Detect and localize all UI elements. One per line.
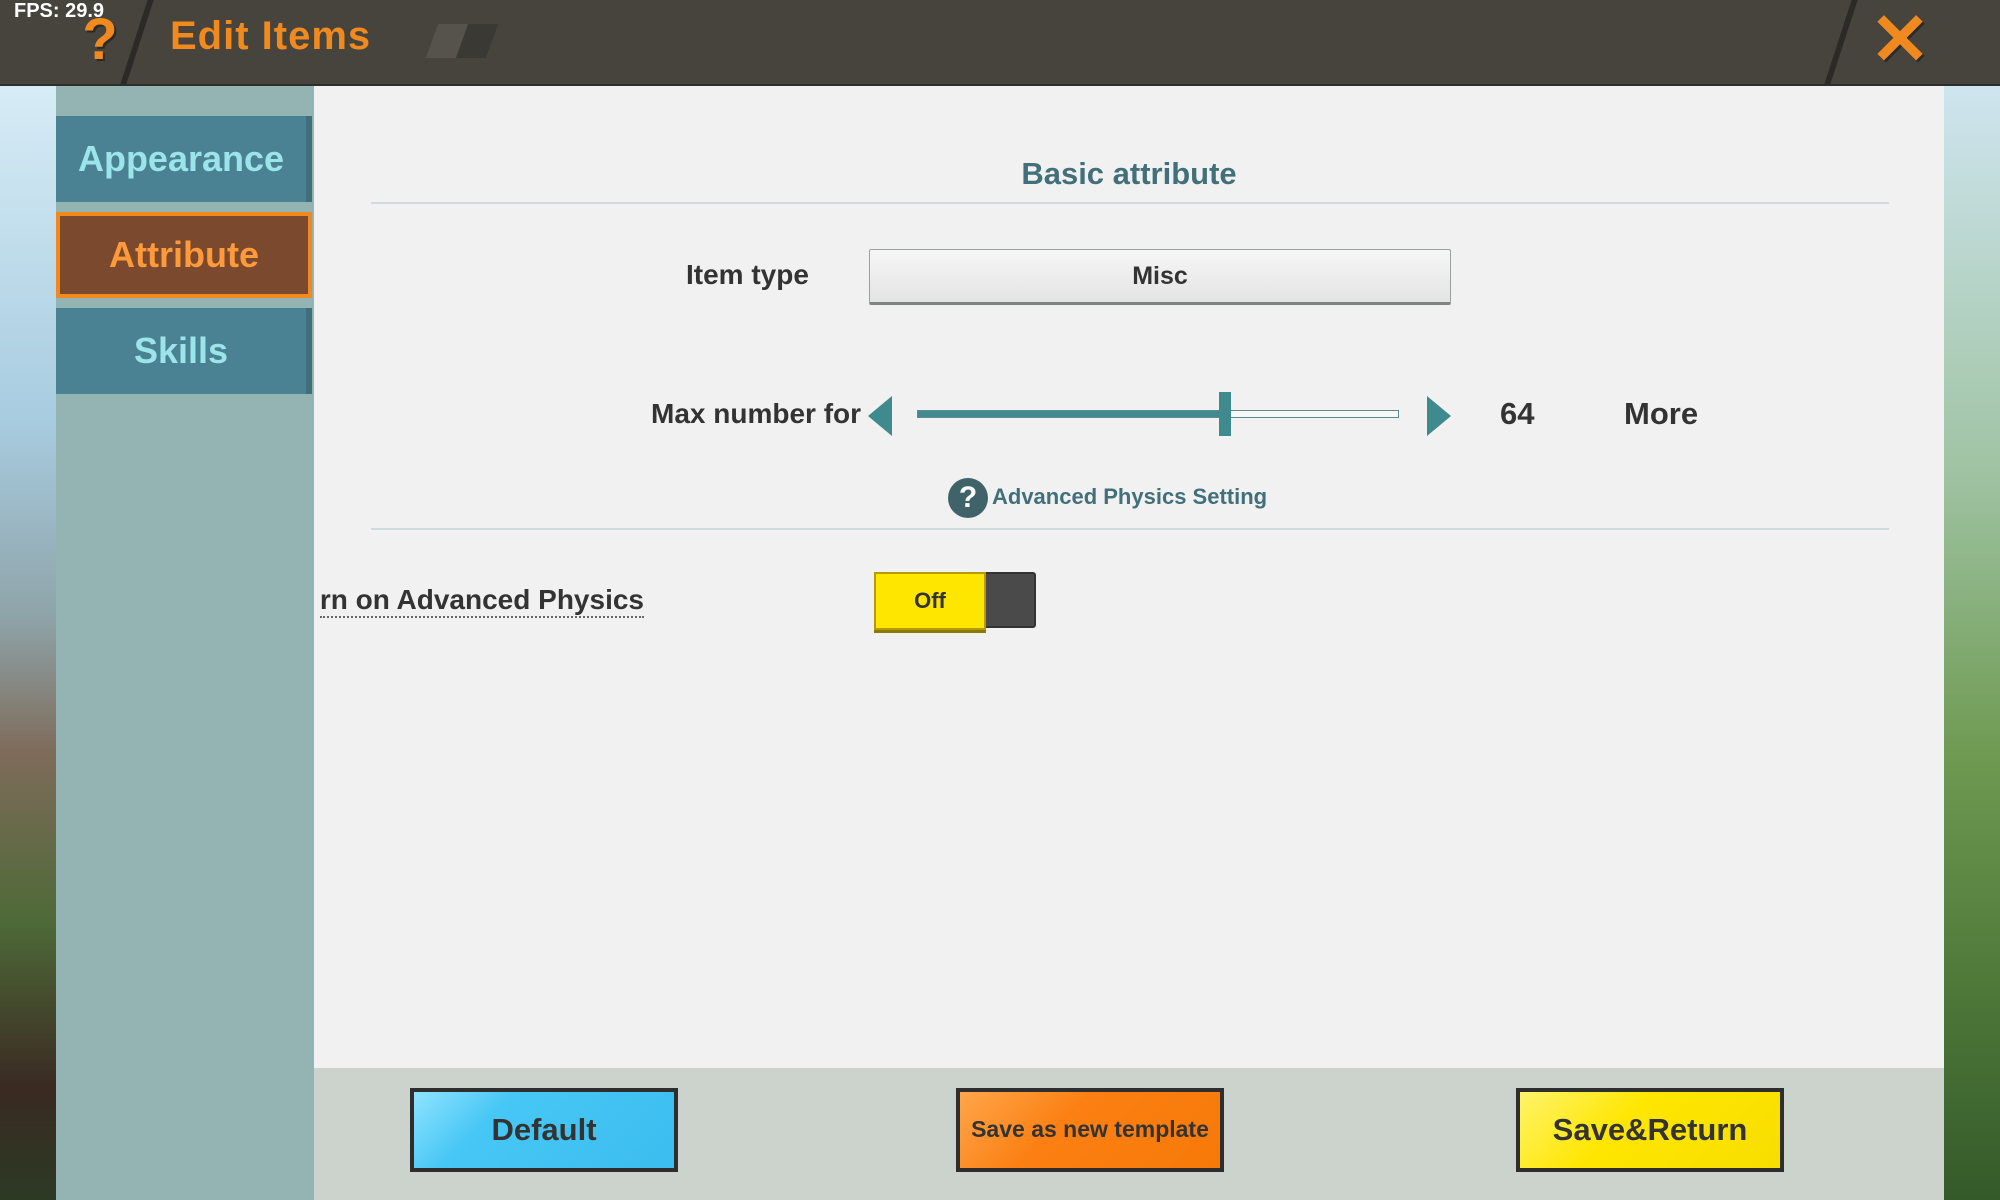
sidebar: Appearance Attribute Skills: [56, 86, 314, 1200]
more-button[interactable]: More: [1624, 396, 1698, 432]
close-icon[interactable]: ✕: [1868, 4, 1932, 76]
default-button[interactable]: Default: [410, 1088, 678, 1172]
fps-counter: FPS: 29.9: [14, 0, 105, 22]
toggle-knob: Off: [874, 572, 986, 630]
increase-arrow-icon[interactable]: [1427, 396, 1451, 436]
max-number-value: 64: [1500, 396, 1535, 431]
advanced-physics-label: rn on Advanced Physics: [314, 584, 644, 624]
decrease-arrow-icon[interactable]: [868, 396, 892, 436]
attribute-panel: Basic attribute Item type Misc Max numbe…: [314, 86, 1944, 1068]
advanced-physics-toggle[interactable]: Off: [874, 572, 1036, 630]
tab-skills[interactable]: Skills: [56, 308, 312, 394]
divider: [1824, 0, 1858, 84]
section-title: Basic attribute: [1021, 156, 1237, 191]
divider: [120, 0, 154, 84]
advanced-physics-label-text: rn on Advanced Physics: [319, 584, 644, 618]
max-number-slider[interactable]: [917, 410, 1399, 418]
tab-appearance[interactable]: Appearance: [56, 116, 312, 202]
tab-attribute[interactable]: Attribute: [56, 212, 312, 298]
advanced-physics-setting-link[interactable]: Advanced Physics Setting: [992, 484, 1267, 510]
slider-handle[interactable]: [1219, 392, 1232, 436]
page-title: Edit Items: [170, 14, 372, 58]
footer-bar: Default Save as new template Save&Return: [314, 1068, 1944, 1200]
top-bar: ? FPS: 29.9 Edit Items ✕: [0, 0, 2000, 86]
item-type-label: Item type: [686, 259, 809, 290]
background-scenery-right: [1944, 84, 2000, 1200]
max-number-label: Max number for: [651, 398, 862, 429]
question-icon[interactable]: ?: [948, 478, 988, 518]
save-return-button[interactable]: Save&Return: [1516, 1088, 1784, 1172]
slider-fill: [918, 411, 1226, 417]
background-scenery-left: [0, 84, 56, 1200]
divider: [371, 528, 1889, 530]
save-as-template-button[interactable]: Save as new template: [956, 1088, 1224, 1172]
item-type-select[interactable]: Misc: [869, 249, 1451, 305]
divider: [371, 202, 1889, 204]
decorative-tile-icon: [425, 24, 499, 58]
